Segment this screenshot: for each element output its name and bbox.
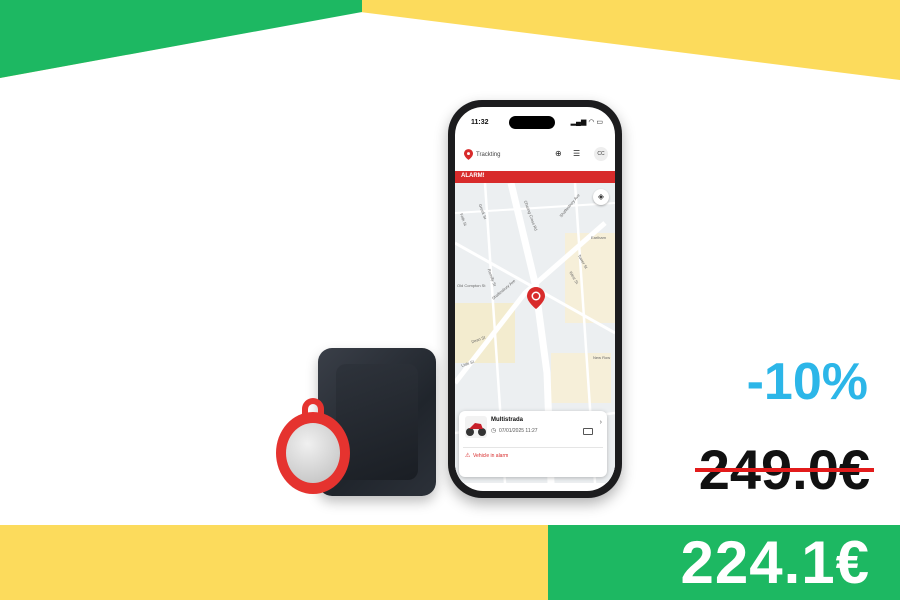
old-price: 249.0€ (694, 438, 874, 502)
vehicle-timestamp: 07/01/2025 11:27 (499, 428, 538, 434)
phone-screen: 11:32 ▂▄▆ ◠ ▭ Trackting ⊕ ☰ CC ALARM! Ch… (455, 107, 615, 491)
layers-icon[interactable]: ◈ (593, 189, 609, 205)
vehicle-card[interactable]: Multistrada ◷ 07/01/2025 11:27 › ⚠ Vehic… (459, 411, 607, 477)
smartphone-image: 11:32 ▂▄▆ ◠ ▭ Trackting ⊕ ☰ CC ALARM! Ch… (448, 100, 622, 498)
motorcycle-thumbnail (465, 416, 487, 438)
vehicle-name: Multistrada (491, 417, 524, 423)
old-price-text: 249.0€ (694, 438, 874, 502)
street-label: Old Compton St (457, 283, 486, 288)
card-divider (463, 447, 603, 448)
key-fob-image (276, 398, 350, 494)
battery-icon (583, 428, 593, 435)
add-icon[interactable]: ⊕ (555, 149, 562, 158)
app-name: Trackting (476, 152, 501, 158)
top-banner-green (0, 0, 362, 78)
vehicle-status: Vehicle in alarm (473, 453, 509, 459)
new-price: 224.1€ (680, 529, 870, 596)
vehicle-alarm-marker-icon[interactable] (527, 287, 545, 309)
street-label: New Row (593, 355, 611, 360)
alarm-banner: ALARM! (455, 171, 615, 183)
app-logo-icon (464, 149, 473, 160)
warning-icon: ⚠ (465, 453, 471, 459)
strikethrough-line (694, 468, 874, 472)
avatar[interactable]: CC (594, 147, 608, 161)
bottom-band-yellow (0, 525, 548, 600)
street-label: Earlham (591, 235, 606, 240)
key-fob-disc (286, 423, 340, 483)
map-view[interactable]: Charing Cross Rd Shaftesbury Ave Frith S… (455, 183, 615, 483)
status-icons: ▂▄▆ ◠ ▭ (570, 119, 603, 126)
clock-icon: ◷ (491, 428, 497, 434)
alarm-label: ALARM! (461, 173, 485, 179)
app-header: Trackting ⊕ ☰ CC (455, 141, 615, 167)
status-time: 11:32 (471, 119, 489, 126)
dynamic-island (509, 116, 555, 129)
discount-label: -10% (746, 353, 868, 411)
key-fob-loop (302, 398, 324, 422)
chevron-right-icon[interactable]: › (600, 419, 602, 426)
list-icon[interactable]: ☰ (573, 149, 580, 158)
